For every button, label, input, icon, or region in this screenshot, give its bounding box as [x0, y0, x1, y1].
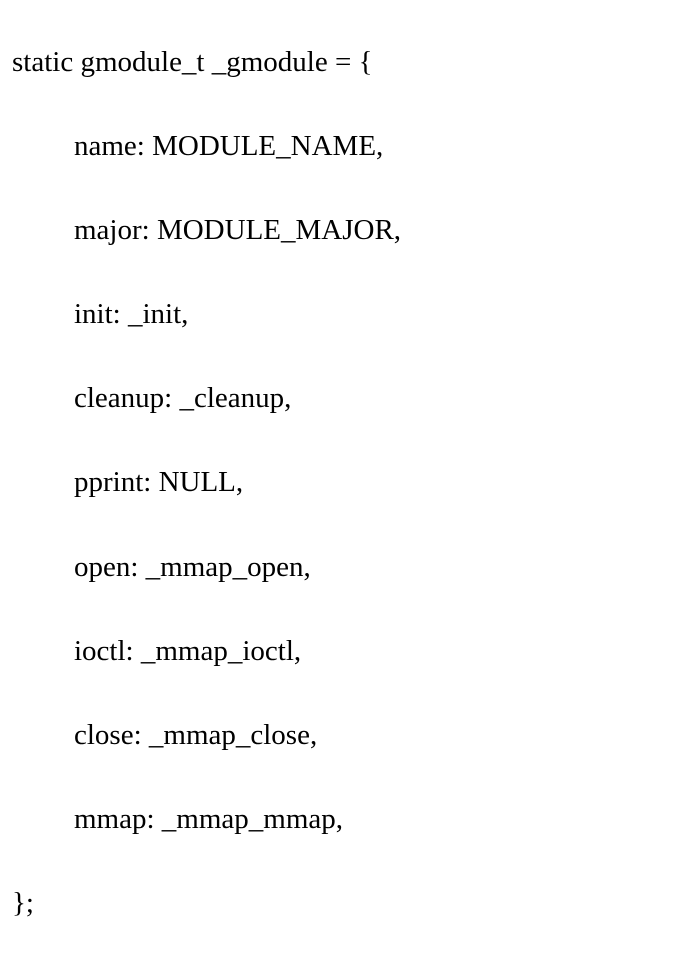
code-line-field: cleanup: _cleanup,: [12, 356, 670, 440]
code-line-field: pprint: NULL,: [12, 440, 670, 524]
code-line-close: };: [12, 861, 670, 945]
code-line-field: mmap: _mmap_mmap,: [12, 777, 670, 861]
code-line-field: init: _init,: [12, 272, 670, 356]
code-line-open: static gmodule_t _gmodule = {: [12, 20, 670, 104]
code-line-field: ioctl: _mmap_ioctl,: [12, 609, 670, 693]
code-block: static gmodule_t _gmodule = { name: MODU…: [12, 20, 670, 945]
code-line-field: open: _mmap_open,: [12, 525, 670, 609]
code-line-field: name: MODULE_NAME,: [12, 104, 670, 188]
code-line-field: major: MODULE_MAJOR,: [12, 188, 670, 272]
code-line-field: close: _mmap_close,: [12, 693, 670, 777]
